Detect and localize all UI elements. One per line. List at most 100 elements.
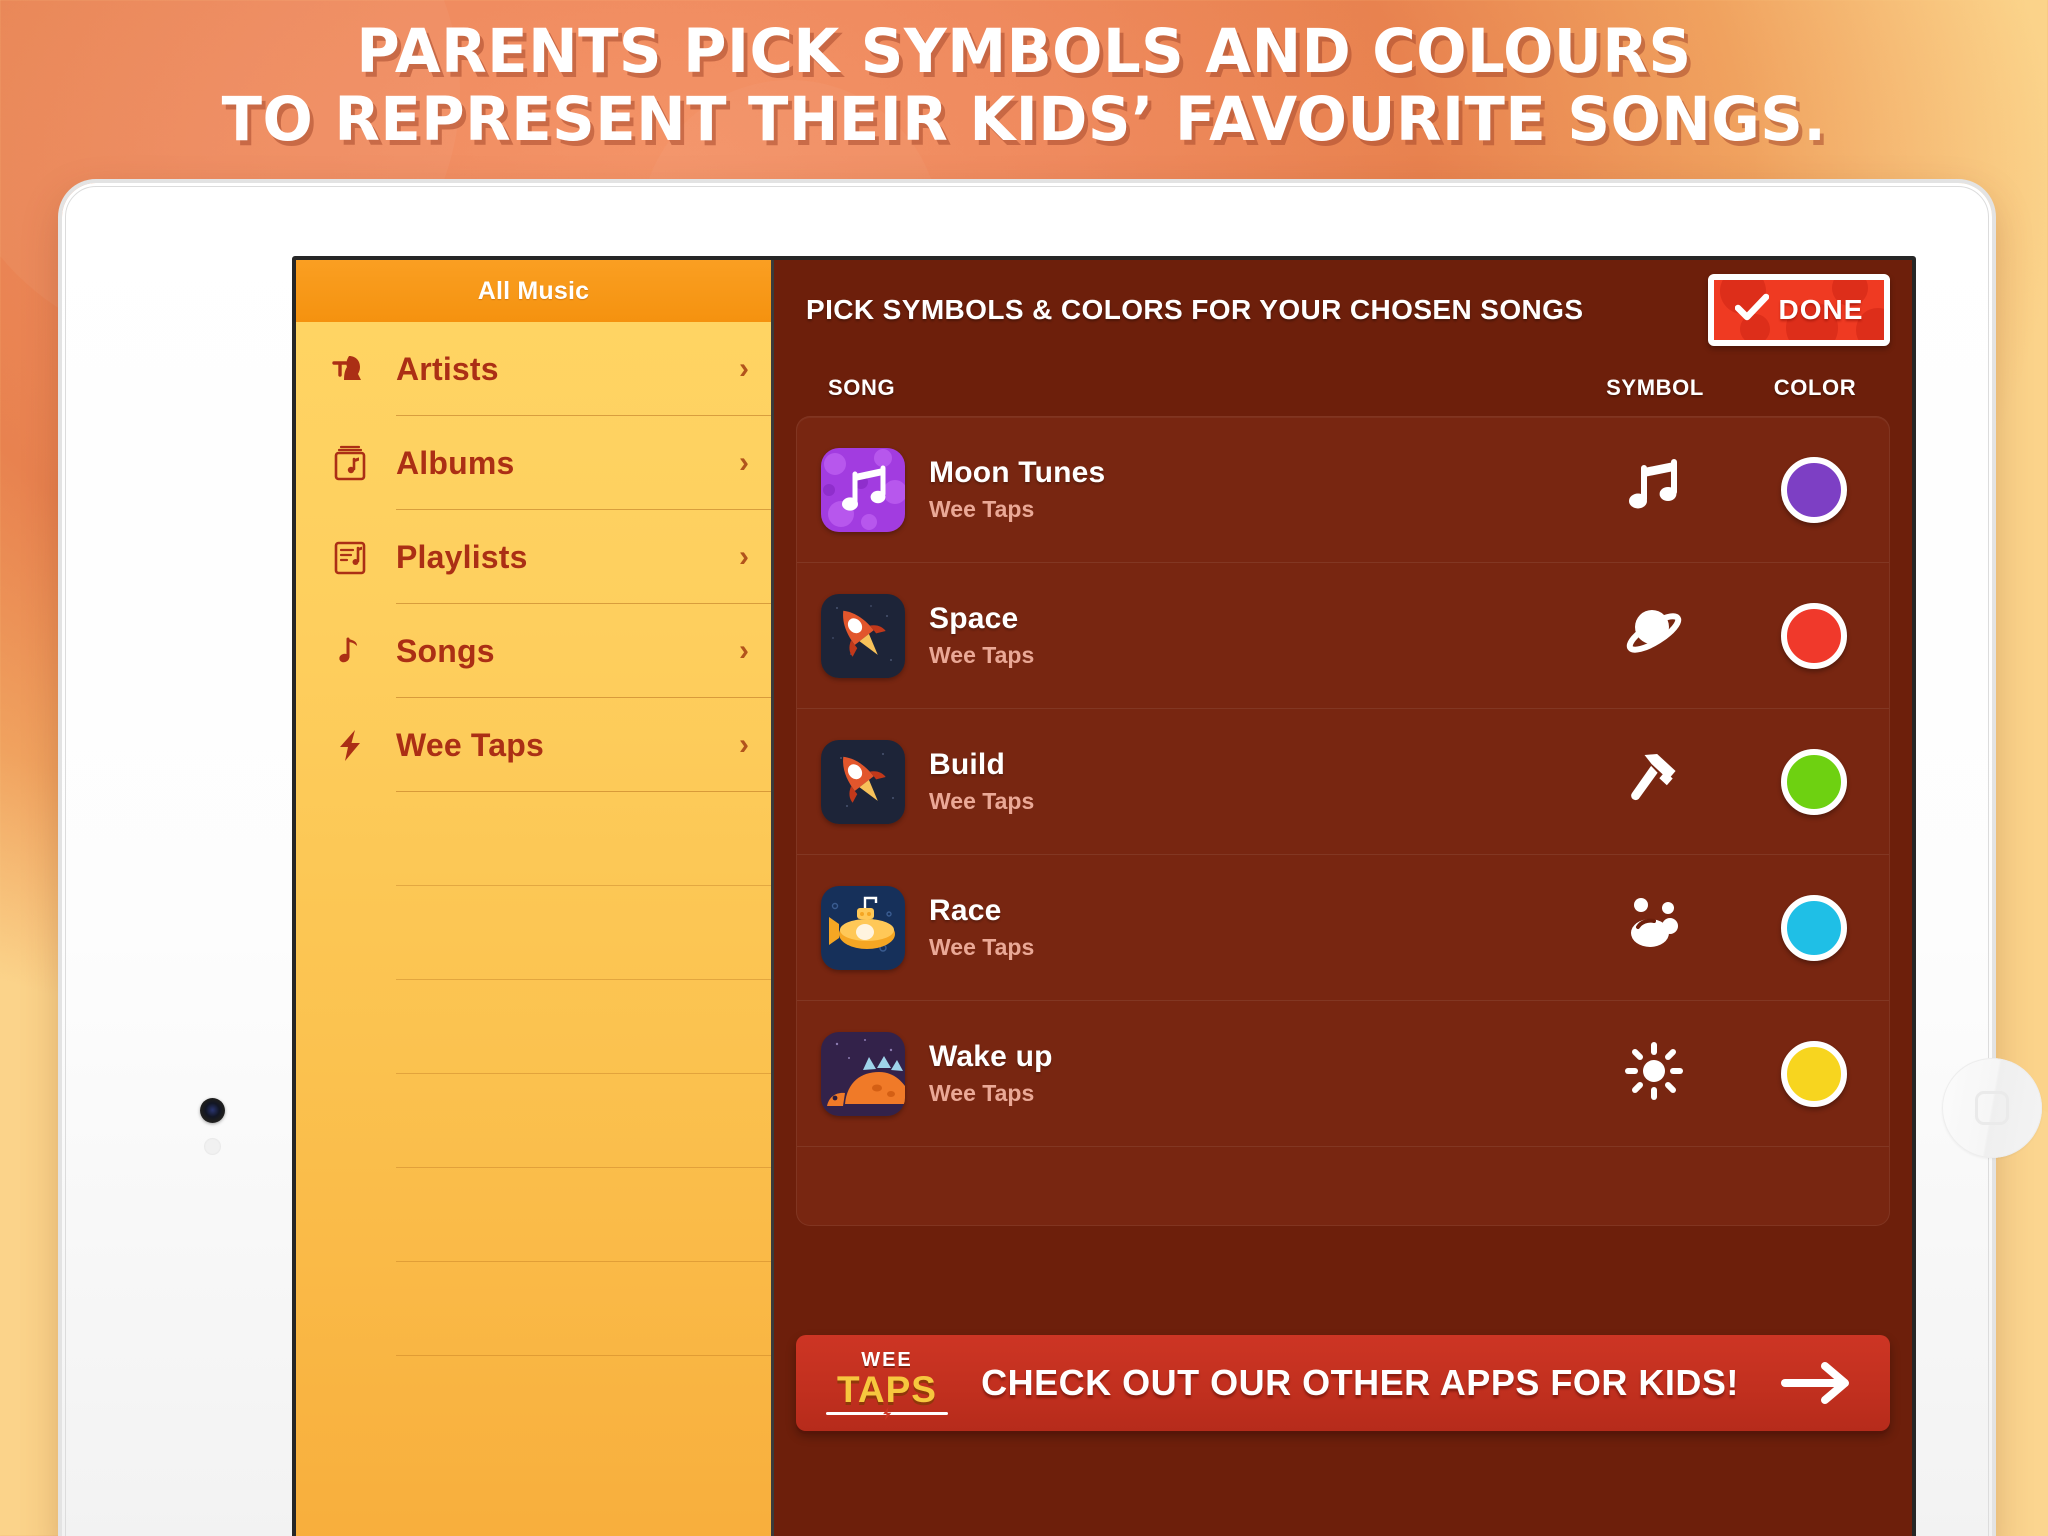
planet-saturn-symbol — [1622, 601, 1686, 670]
table-column-headers: SONG SYMBOL COLOR — [796, 360, 1890, 416]
song-info: Race Wee Taps — [929, 894, 1569, 961]
chevron-right-icon: › — [739, 352, 749, 385]
sidebar-item-artists[interactable]: Artists › — [296, 322, 771, 416]
sidebar-empty-row — [296, 980, 771, 1074]
song-artist: Wee Taps — [929, 934, 1035, 960]
column-header-song: SONG — [828, 375, 896, 400]
sidebar-item-playlists[interactable]: Playlists › — [296, 510, 771, 604]
song-list: Moon Tunes Wee Taps Space Wee Taps Build… — [796, 416, 1890, 1226]
sun-symbol — [1622, 1039, 1686, 1108]
album-icon — [322, 441, 378, 485]
sidebar-item-label: Albums — [396, 444, 515, 481]
wee-taps-logo-rule — [826, 1412, 948, 1415]
color-picker[interactable] — [1739, 456, 1889, 523]
sidebar-item-label: Playlists — [396, 538, 528, 575]
sidebar-item-wee-taps[interactable]: Wee Taps › — [296, 698, 771, 792]
song-title: Space — [929, 602, 1019, 635]
song-info: Wake up Wee Taps — [929, 1040, 1569, 1107]
main-header: PICK SYMBOLS & COLORS FOR YOUR CHOSEN SO… — [796, 260, 1890, 360]
rocket-album-art — [821, 593, 905, 678]
sidebar-header: All Music — [296, 260, 771, 322]
checkmark-icon — [1734, 293, 1769, 328]
color-swatch — [1781, 894, 1847, 961]
headline-line-1: PARENTS PICK SYMBOLS AND COLOURS — [356, 16, 1692, 87]
promo-banner-text: CHECK OUT OUR OTHER APPS FOR KIDS! — [981, 1361, 1739, 1403]
camera-lens-icon — [200, 1098, 225, 1123]
wee-taps-logo-top: WEE — [861, 1349, 913, 1371]
hammer-symbol — [1622, 747, 1686, 816]
arrow-right-icon — [1772, 1360, 1864, 1406]
sidebar-item-label: Wee Taps — [396, 726, 545, 763]
column-header-color: COLOR — [1773, 375, 1857, 400]
symbol-picker[interactable] — [1569, 747, 1739, 816]
symbol-picker[interactable] — [1569, 455, 1739, 524]
song-artist: Wee Taps — [929, 1080, 1035, 1106]
sidebar-item-label: Artists — [396, 350, 499, 387]
symbol-picker[interactable] — [1569, 893, 1739, 962]
music-note-symbol — [1622, 455, 1686, 524]
column-header-symbol: SYMBOL — [1606, 375, 1704, 400]
song-artist: Wee Taps — [929, 642, 1035, 668]
color-swatch — [1781, 748, 1847, 815]
music-note-icon — [322, 629, 378, 673]
table-row[interactable]: Space Wee Taps — [797, 563, 1889, 709]
chevron-right-icon: › — [739, 446, 749, 479]
symbol-picker[interactable] — [1569, 601, 1739, 670]
sidebar-empty-row — [296, 1168, 771, 1262]
sidebar-item-songs[interactable]: Songs › — [296, 604, 771, 698]
wee-taps-logo: WEE TAPS — [826, 1350, 948, 1415]
color-picker[interactable] — [1739, 748, 1889, 815]
song-info: Moon Tunes Wee Taps — [929, 456, 1569, 523]
chevron-right-icon: › — [739, 728, 749, 761]
done-button[interactable]: DONE — [1708, 274, 1890, 346]
song-title: Race — [929, 894, 1002, 927]
page-title: PICK SYMBOLS & COLORS FOR YOUR CHOSEN SO… — [806, 294, 1584, 325]
home-button-icon[interactable] — [1942, 1058, 2042, 1158]
dinosaur-album-art — [821, 1031, 905, 1116]
tablet-device-frame: All Music Artists › Albums › Playlists ›… — [62, 183, 2042, 1536]
song-artist: Wee Taps — [929, 788, 1035, 814]
song-title: Wake up — [929, 1040, 1053, 1073]
sidebar-nav-list: Artists › Albums › Playlists › Songs › W… — [296, 322, 771, 1536]
promo-headline: PARENTS PICK SYMBOLS AND COLOURS TO REPR… — [31, 16, 2018, 156]
main-panel: PICK SYMBOLS & COLORS FOR YOUR CHOSEN SO… — [774, 260, 1912, 1536]
headline-line-2: TO REPRESENT THEIR KIDS’ FAVOURITE SONGS… — [221, 84, 1827, 156]
done-button-label: DONE — [1778, 294, 1864, 325]
table-row[interactable]: Race Wee Taps — [797, 855, 1889, 1001]
color-picker[interactable] — [1739, 1040, 1889, 1107]
wee-taps-logo-bottom: TAPS — [837, 1369, 937, 1410]
promo-banner[interactable]: WEE TAPS CHECK OUT OUR OTHER APPS FOR KI… — [796, 1334, 1890, 1431]
color-swatch — [1781, 456, 1847, 523]
table-row[interactable]: Build Wee Taps — [797, 709, 1889, 855]
sidebar-item-albums[interactable]: Albums › — [296, 416, 771, 510]
song-info: Build Wee Taps — [929, 748, 1569, 815]
sidebar-empty-row — [296, 792, 771, 886]
symbol-picker[interactable] — [1569, 1039, 1739, 1108]
sidebar-item-label: Songs — [396, 632, 495, 669]
song-info: Space Wee Taps — [929, 602, 1569, 669]
home-button-square-glyph — [1975, 1091, 2009, 1125]
sidebar-empty-row — [296, 1074, 771, 1168]
rocket-album-art — [821, 739, 905, 824]
sidebar: All Music Artists › Albums › Playlists ›… — [296, 260, 774, 1536]
promo-banner-area: WEE TAPS CHECK OUT OUR OTHER APPS FOR KI… — [796, 1226, 1890, 1536]
music-note-album-art — [821, 447, 905, 532]
color-swatch — [1781, 602, 1847, 669]
ambient-sensor-icon — [204, 1138, 221, 1155]
app-screen: All Music Artists › Albums › Playlists ›… — [292, 256, 1916, 1536]
table-row[interactable]: Wake up Wee Taps — [797, 1001, 1889, 1147]
song-title: Build — [929, 748, 1005, 781]
playlist-icon — [322, 535, 378, 579]
chevron-right-icon: › — [739, 540, 749, 573]
sidebar-header-label: All Music — [477, 276, 590, 305]
race-car-symbol — [1622, 893, 1686, 962]
lightning-bolt-icon — [322, 723, 378, 767]
song-artist: Wee Taps — [929, 496, 1035, 522]
artist-microphone-icon — [322, 347, 378, 391]
empty-song-row — [797, 1147, 1889, 1225]
submarine-album-art — [821, 885, 905, 970]
sidebar-empty-row — [296, 1262, 771, 1356]
color-picker[interactable] — [1739, 894, 1889, 961]
color-picker[interactable] — [1739, 602, 1889, 669]
table-row[interactable]: Moon Tunes Wee Taps — [797, 417, 1889, 563]
